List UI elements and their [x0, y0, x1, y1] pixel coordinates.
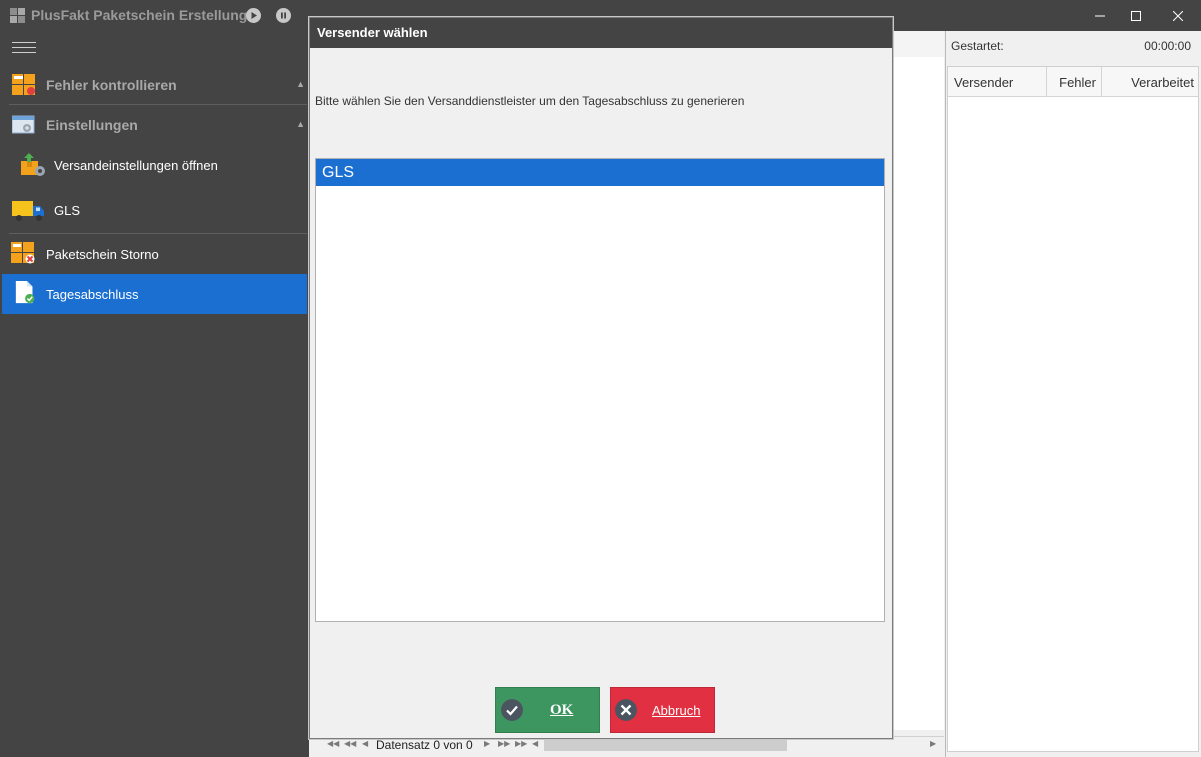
select-carrier-dialog: Versender wählen Bitte wählen Sie den Ve…: [309, 17, 893, 739]
next-record-icon[interactable]: ▶: [484, 739, 490, 748]
daily-close-icon: [15, 281, 35, 304]
scroll-left-icon[interactable]: ◀: [532, 739, 538, 748]
dialog-title: Versender wählen: [310, 18, 892, 48]
cancel-parcel-icon: [11, 242, 35, 264]
started-label: Gestartet:: [951, 39, 1004, 53]
sidebar-group-label: Einstellungen: [46, 117, 138, 133]
sidebar-item-label: Paketschein Storno: [46, 246, 159, 262]
shipping-settings-icon: [21, 153, 45, 176]
sidebar-item-paketschein-storno[interactable]: Paketschein Storno: [2, 234, 307, 274]
started-value: 00:00:00: [1144, 39, 1191, 53]
sidebar: Fehler kontrollieren ▲ Einstellungen ▲ V…: [0, 31, 309, 757]
prev-page-icon[interactable]: ◀◀: [344, 739, 356, 748]
column-header-fehler[interactable]: Fehler: [1047, 67, 1102, 97]
maximize-icon: [1131, 10, 1141, 21]
close-icon: [1173, 10, 1183, 21]
scroll-right-icon[interactable]: ▶: [930, 739, 936, 748]
next-page-icon[interactable]: ▶▶: [498, 739, 510, 748]
sidebar-group-fehler-kontrollieren[interactable]: Fehler kontrollieren ▲: [0, 65, 309, 105]
close-button[interactable]: [1155, 0, 1201, 31]
chevron-up-icon[interactable]: ▲: [296, 119, 305, 129]
close-circle-icon: [615, 699, 637, 721]
status-panel: Gestartet: 00:00:00 Versender Fehler Ver…: [945, 31, 1201, 757]
sidebar-item-versandeinstellungen[interactable]: Versandeinstellungen öffnen: [2, 145, 307, 185]
error-check-icon: [12, 74, 35, 95]
sidebar-group-einstellungen[interactable]: Einstellungen ▲: [0, 105, 309, 145]
column-header-versender[interactable]: Versender: [948, 67, 1047, 97]
sidebar-item-tagesabschluss[interactable]: Tagesabschluss: [2, 274, 307, 314]
prev-record-icon[interactable]: ◀: [362, 739, 368, 748]
chevron-up-icon[interactable]: ▲: [296, 79, 305, 89]
column-header-verarbeitet[interactable]: Verarbeitet: [1102, 67, 1198, 97]
data-grid[interactable]: [893, 57, 944, 730]
dialog-prompt: Bitte wählen Sie den Versanddienstleiste…: [315, 94, 745, 108]
app-icon: [10, 8, 25, 23]
settings-icon: [12, 115, 35, 134]
cancel-button[interactable]: Abbruch: [610, 687, 715, 733]
last-record-icon[interactable]: ▶▶: [515, 739, 527, 748]
sidebar-item-label: GLS: [54, 202, 81, 218]
ok-button[interactable]: OK: [495, 687, 600, 733]
status-grid-header: Versender Fehler Verarbeitet: [948, 67, 1198, 97]
window-title: PlusFakt Paketschein Erstellung: [31, 7, 248, 23]
status-grid[interactable]: Versender Fehler Verarbeitet: [947, 66, 1199, 752]
hamburger-icon[interactable]: [12, 42, 36, 54]
pause-button[interactable]: [276, 8, 291, 23]
sidebar-item-label: Versandeinstellungen öffnen: [54, 157, 218, 173]
sidebar-group-label: Fehler kontrollieren: [46, 77, 177, 93]
carrier-listbox[interactable]: GLS: [315, 158, 885, 622]
maximize-button[interactable]: [1113, 0, 1159, 31]
list-item[interactable]: GLS: [316, 159, 884, 186]
grid-header: [893, 31, 944, 58]
play-icon: [251, 12, 257, 19]
ok-label: OK: [550, 701, 574, 718]
started-row: Gestartet: 00:00:00: [946, 31, 1201, 60]
minimize-icon: [1095, 15, 1105, 16]
sidebar-item-gls[interactable]: GLS: [2, 190, 307, 230]
truck-icon: [12, 201, 44, 221]
record-count: Datensatz 0 von 0: [376, 738, 473, 752]
cancel-label: Abbruch: [652, 702, 701, 718]
scrollbar-thumb[interactable]: [544, 740, 787, 751]
checkmark-icon: [501, 699, 523, 721]
pause-icon: [281, 12, 286, 19]
play-button[interactable]: [246, 8, 261, 23]
first-record-icon[interactable]: ◀◀: [327, 739, 339, 748]
sidebar-item-label: Tagesabschluss: [46, 286, 139, 302]
